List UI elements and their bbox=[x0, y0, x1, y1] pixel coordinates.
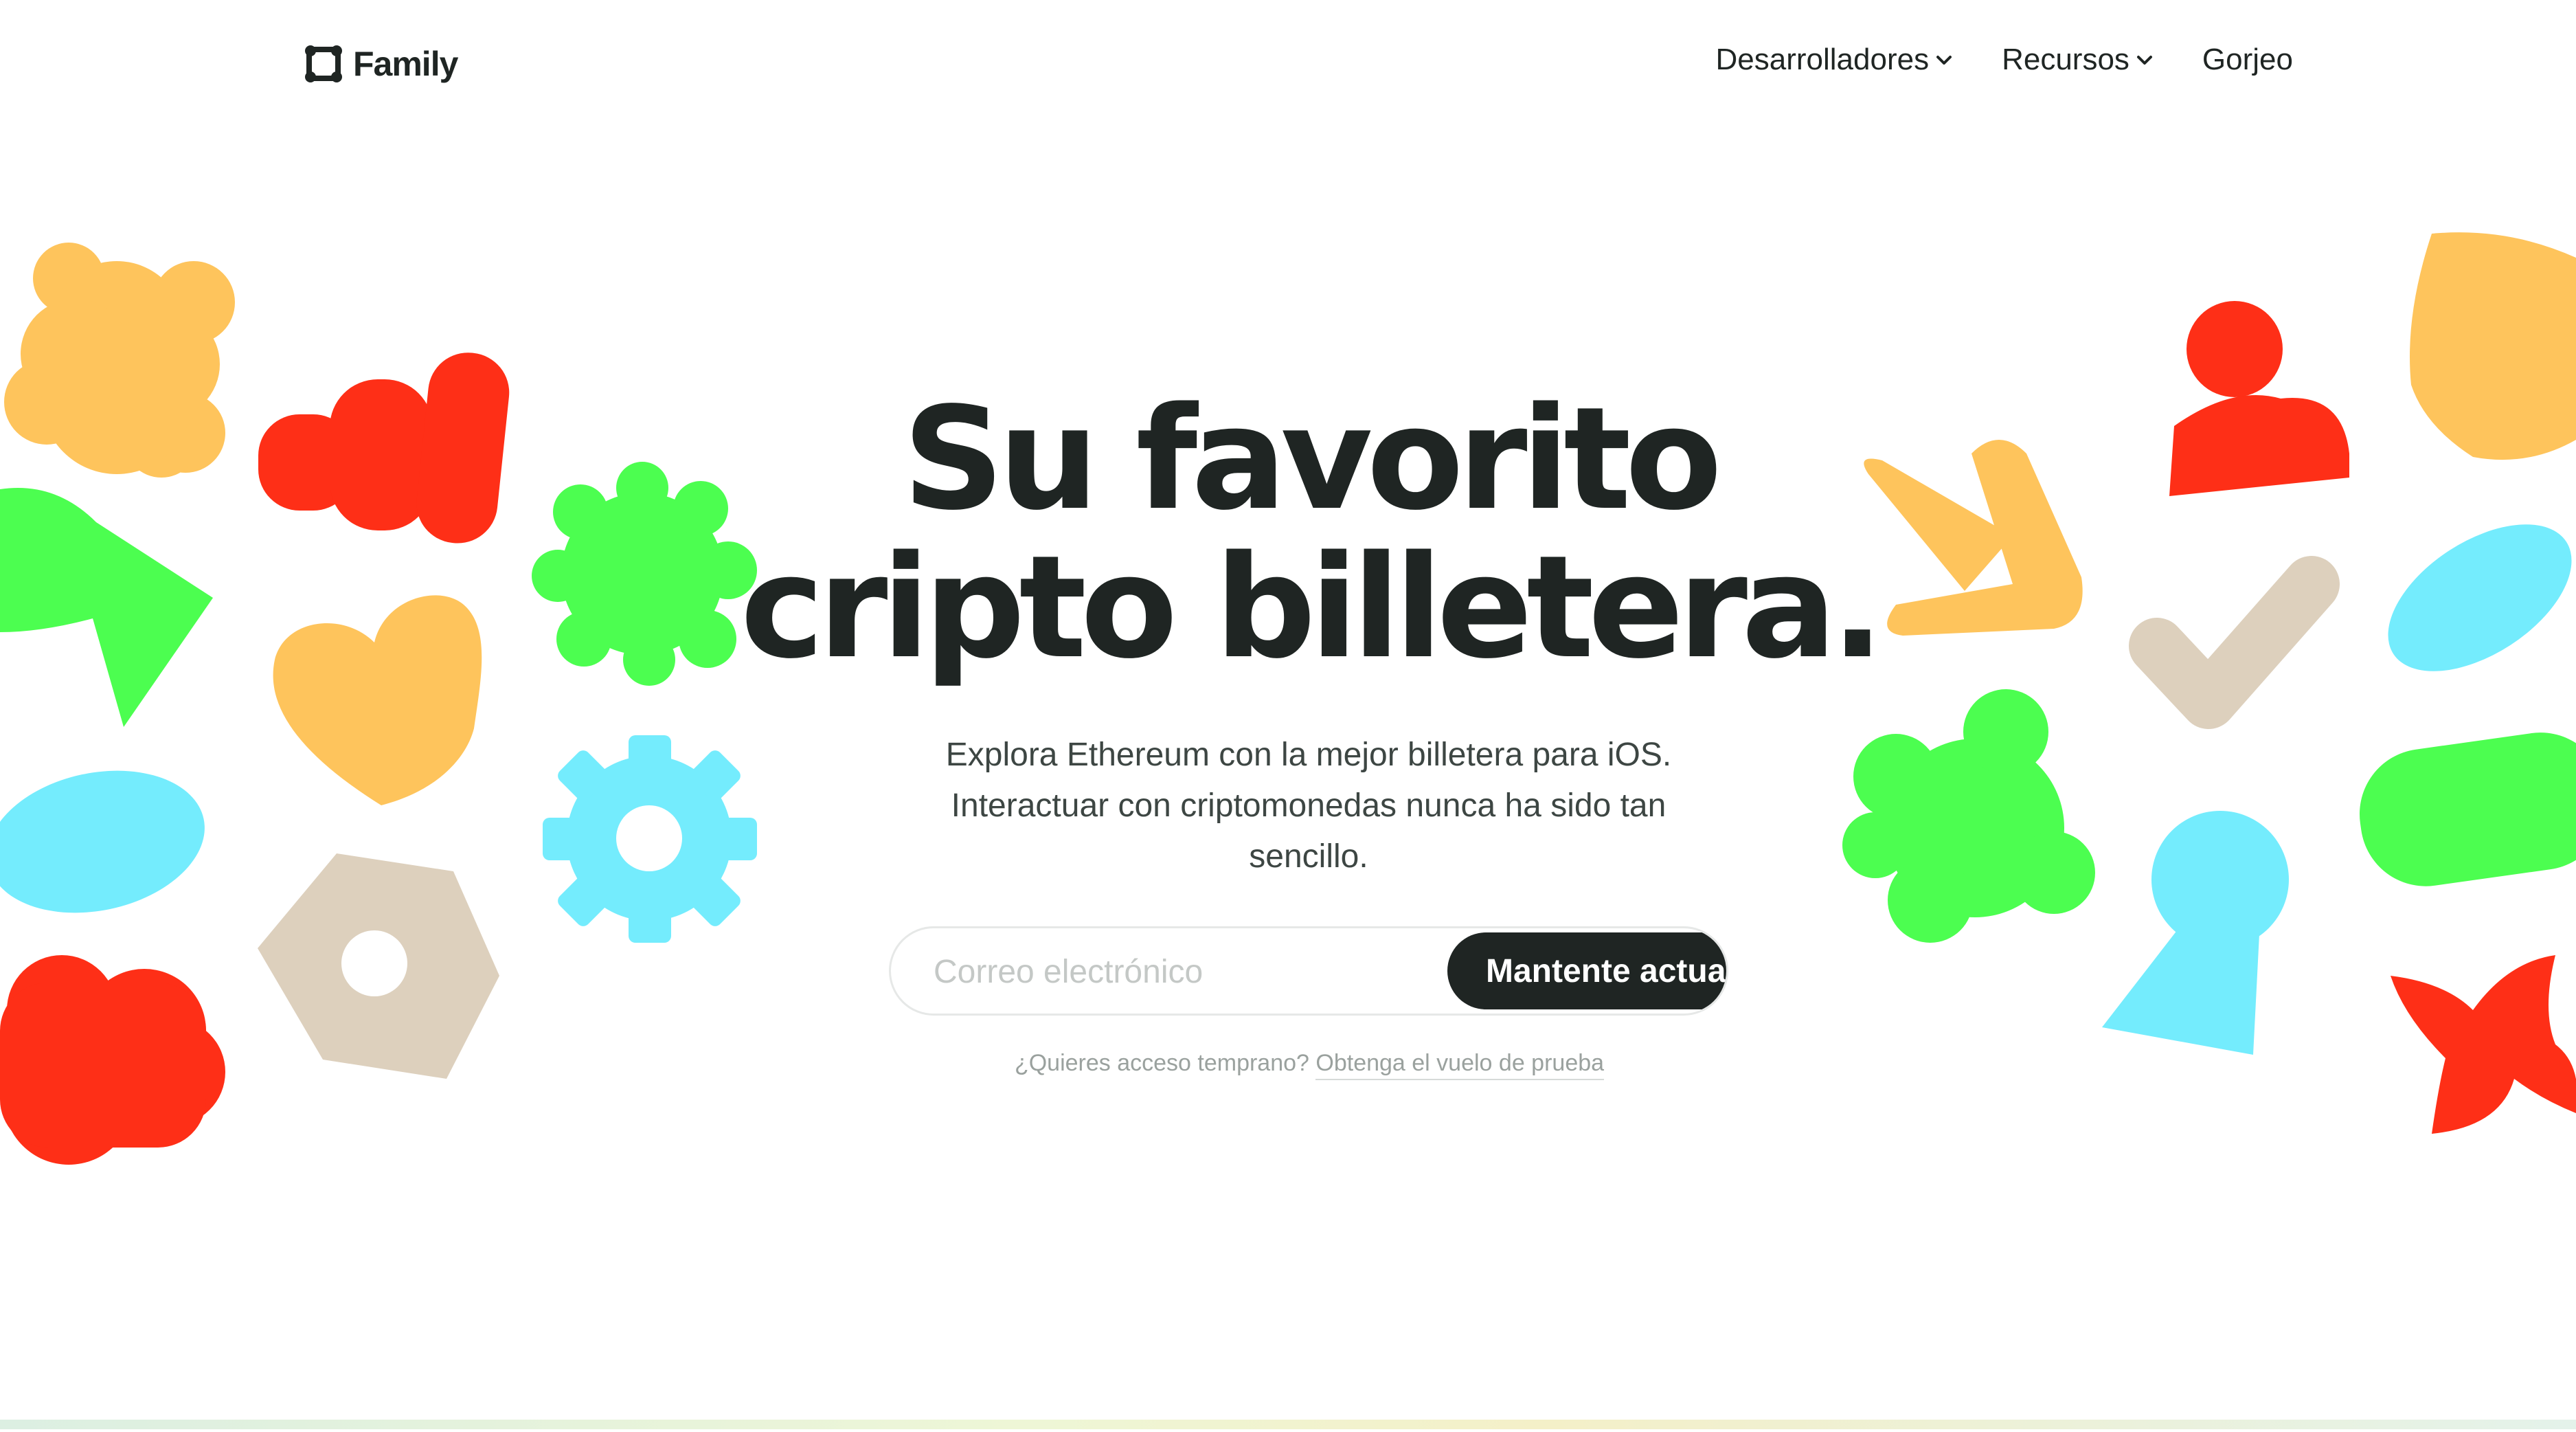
nav-label: Desarrolladores bbox=[1715, 43, 1930, 76]
gear-shape bbox=[543, 735, 757, 943]
brand-name: Family bbox=[353, 45, 458, 83]
hero-title-line-2: cripto billetera. bbox=[740, 525, 1885, 690]
oval-shape bbox=[0, 770, 205, 913]
hero-title: Su favorito cripto billetera. bbox=[0, 385, 2576, 682]
early-access-note: ¿Quieres acceso temprano? Obtenga el vue… bbox=[0, 1050, 2576, 1080]
family-frame-icon bbox=[305, 45, 342, 82]
blob-flower-shape bbox=[1842, 689, 2095, 943]
bottom-divider bbox=[0, 1420, 2576, 1429]
site-header: Family Desarrolladores Recursos Gorjeo bbox=[0, 0, 2576, 131]
hero-subtitle: Explora Ethereum con la mejor billetera … bbox=[945, 737, 1672, 875]
testflight-link[interactable]: Obtenga el vuelo de prueba bbox=[1315, 1050, 1605, 1080]
nav-label: Recursos bbox=[2002, 43, 2129, 76]
early-access-text: ¿Quieres acceso temprano? bbox=[1014, 1050, 1309, 1076]
brand-logo[interactable]: Family bbox=[305, 44, 458, 84]
nav-label: Gorjeo bbox=[2202, 43, 2293, 76]
hero-title-line-1: Su favorito bbox=[902, 377, 1722, 541]
email-input[interactable] bbox=[932, 928, 1457, 1014]
decorative-shapes bbox=[0, 232, 2576, 1165]
keyhole-shape bbox=[2102, 811, 2289, 1055]
cross-star-shape bbox=[2391, 955, 2576, 1134]
hex-nut-shape bbox=[258, 853, 499, 1079]
chevron-down-icon bbox=[1936, 56, 1952, 65]
chevron-down-icon bbox=[2136, 56, 2152, 65]
pill-shape bbox=[2359, 732, 2576, 886]
nav-gorjeo[interactable]: Gorjeo bbox=[2202, 43, 2293, 77]
nav-recursos[interactable]: Recursos bbox=[2002, 43, 2154, 77]
signup-form: Mantente actualizado bbox=[889, 926, 1728, 1016]
nav-desarrolladores[interactable]: Desarrolladores bbox=[1716, 43, 1954, 77]
stay-updated-button[interactable]: Mantente actualizado bbox=[1447, 932, 1726, 1009]
main-nav: Desarrolladores Recursos Gorjeo bbox=[1716, 43, 2294, 77]
